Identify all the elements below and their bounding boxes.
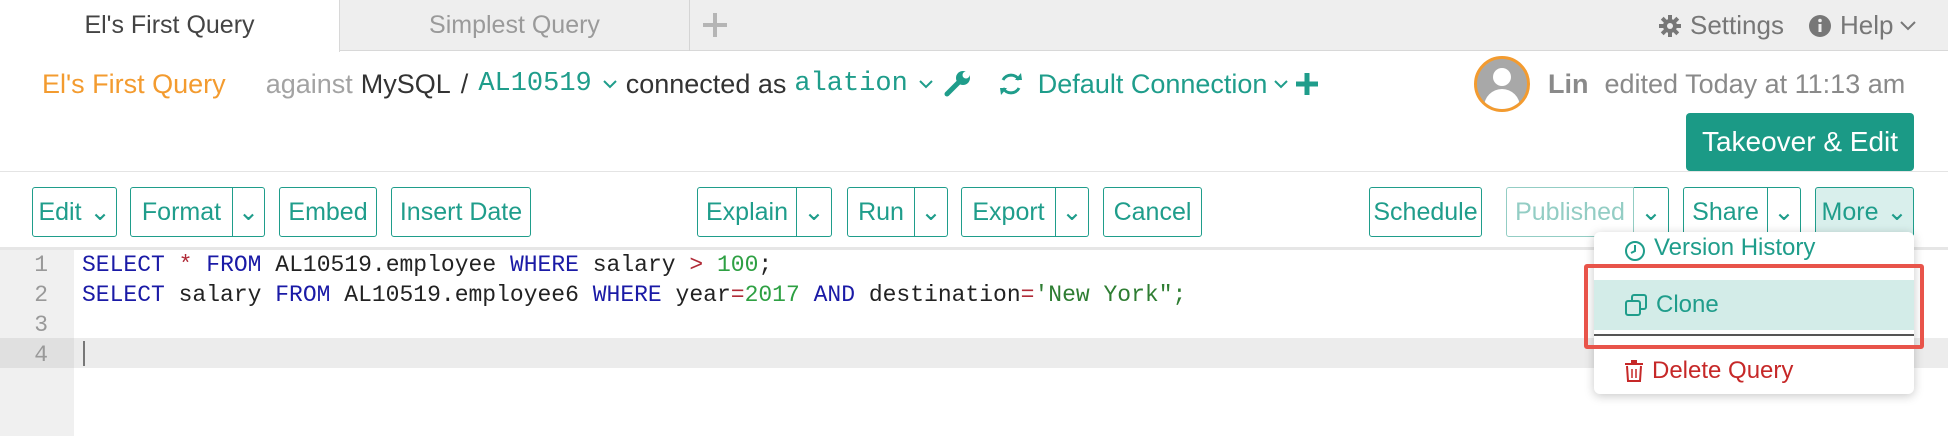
more-label: More	[1821, 198, 1879, 226]
connection-label: Default Connection	[1037, 68, 1268, 99]
chevron-down-icon: ⌄	[1886, 198, 1908, 226]
run-dropdown-button[interactable]: ⌄	[915, 187, 948, 237]
add-tab-icon[interactable]	[700, 8, 730, 42]
info-icon	[1809, 14, 1831, 37]
editor-name: Lin	[1548, 68, 1589, 99]
editor-info: Lin edited Today at 11:13 am	[1474, 56, 1905, 112]
clone-highlight-box	[1584, 264, 1924, 349]
format-dropdown-button[interactable]: ⌄	[233, 187, 265, 237]
delete-query-item[interactable]: Delete Query	[1594, 346, 1914, 396]
code-line-1: SELECT * FROM AL10519.employee WHERE sal…	[82, 252, 773, 278]
chevron-down-icon: ⌄	[920, 198, 942, 226]
line-number: 4	[34, 342, 48, 368]
explain-button[interactable]: Explain	[697, 187, 797, 237]
line-number: 2	[34, 282, 48, 308]
edit-label: Edit	[38, 198, 82, 226]
export-button[interactable]: Export	[961, 187, 1056, 237]
code-line-2: SELECT salary FROM AL10519.employee6 WHE…	[82, 282, 1187, 308]
format-button[interactable]: Format	[130, 187, 233, 237]
chevron-down-icon: ⌄	[89, 198, 111, 226]
chevron-down-icon: ⌄	[1640, 198, 1662, 226]
gear-icon	[1659, 14, 1681, 37]
export-dropdown-button[interactable]: ⌄	[1056, 187, 1089, 237]
version-history-label: Version History	[1654, 234, 1816, 261]
chevron-down-icon	[1274, 80, 1289, 89]
avatar	[1474, 56, 1530, 112]
wrench-icon[interactable]	[942, 69, 972, 99]
embed-button[interactable]: Embed	[279, 187, 377, 237]
schedule-button[interactable]: Schedule	[1369, 187, 1482, 237]
chevron-down-icon: ⌄	[1773, 198, 1795, 226]
connected-as-label: connected as	[625, 68, 787, 99]
query-info-line: El's First Query against MySQL / AL10519…	[42, 64, 1319, 104]
clock-icon	[1625, 241, 1645, 261]
text-cursor	[83, 341, 85, 366]
takeover-edit-button[interactable]: Takeover & Edit	[1686, 113, 1914, 171]
settings-label: Settings	[1690, 10, 1784, 40]
insert-date-button[interactable]: Insert Date	[391, 187, 531, 237]
chevron-down-icon: ⌄	[238, 198, 259, 226]
more-menu-button[interactable]: More ⌄	[1815, 187, 1914, 237]
path-separator: /	[460, 68, 469, 99]
add-connection-icon[interactable]	[1295, 72, 1319, 96]
chevron-down-icon: ⌄	[803, 198, 825, 226]
line-number: 1	[34, 252, 48, 278]
refresh-icon[interactable]	[998, 71, 1024, 97]
trash-icon	[1625, 360, 1643, 382]
query-title[interactable]: El's First Query	[42, 69, 226, 100]
line-number: 3	[34, 312, 48, 338]
share-dropdown-button[interactable]: ⌄	[1768, 187, 1801, 237]
chevron-down-icon[interactable]	[602, 78, 618, 90]
help-button[interactable]: Help	[1808, 0, 1925, 51]
help-label: Help	[1840, 10, 1894, 40]
edited-timestamp: edited Today at 11:13 am	[1604, 68, 1906, 99]
cancel-button[interactable]: Cancel	[1103, 187, 1202, 237]
tab-els-first-query[interactable]: El's First Query	[0, 0, 340, 52]
chevron-down-icon	[1900, 20, 1917, 30]
published-button[interactable]: Published	[1506, 187, 1634, 237]
chevron-down-icon: ⌄	[1061, 198, 1083, 226]
published-dropdown-button[interactable]: ⌄	[1634, 187, 1669, 237]
share-button[interactable]: Share	[1683, 187, 1768, 237]
settings-button[interactable]: Settings	[1658, 0, 1784, 51]
run-button[interactable]: Run	[847, 187, 915, 237]
tab-simplest-query[interactable]: Simplest Query	[340, 0, 690, 51]
chevron-down-icon[interactable]	[918, 78, 934, 90]
connection-selector[interactable]: Default Connection	[998, 69, 1296, 100]
version-history-item[interactable]: Version History	[1594, 232, 1914, 262]
tab-bar: El's First Query Simplest Query Settings…	[0, 0, 1948, 52]
db-type: MySQL	[360, 68, 451, 99]
schema-selector[interactable]: AL10519	[478, 69, 591, 99]
against-label: against	[265, 68, 353, 99]
explain-dropdown-button[interactable]: ⌄	[797, 187, 832, 237]
delete-query-label: Delete Query	[1652, 357, 1794, 384]
user-selector[interactable]: alation	[794, 69, 907, 99]
edit-menu-button[interactable]: Edit ⌄	[32, 187, 117, 237]
